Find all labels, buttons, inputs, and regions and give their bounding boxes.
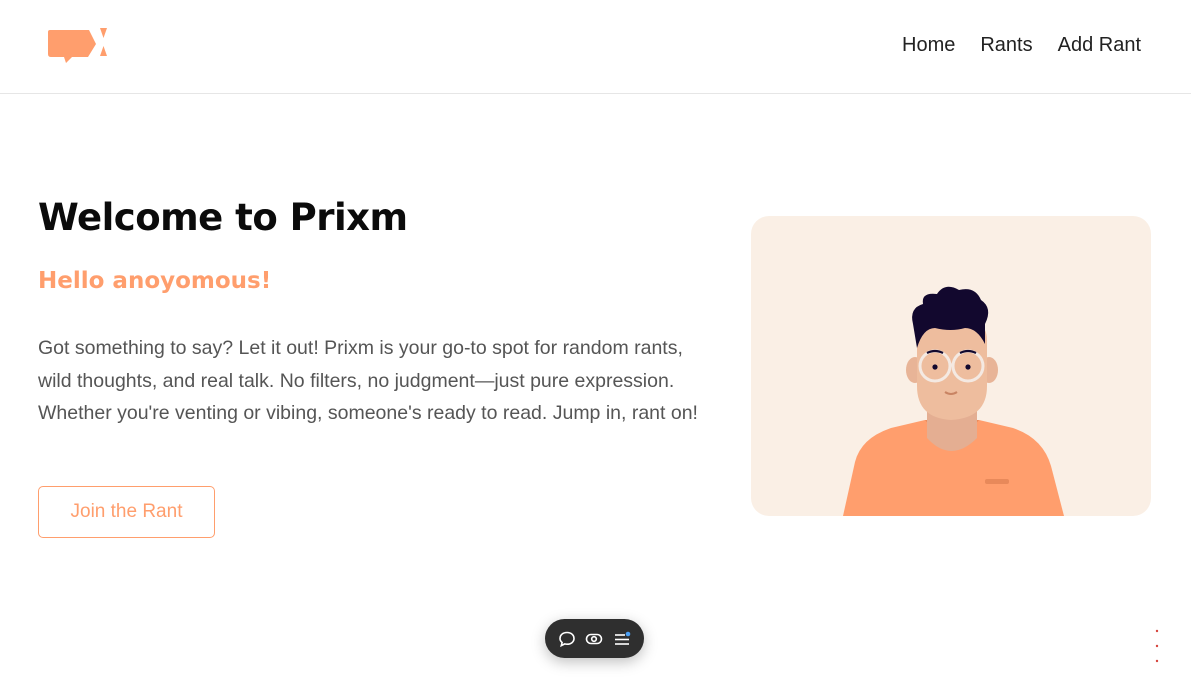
menu-icon[interactable] bbox=[611, 628, 633, 650]
drag-handle-icon[interactable] bbox=[1153, 628, 1161, 664]
hero-subtitle: Hello anoyomous! bbox=[38, 268, 272, 294]
floating-toolbar bbox=[545, 619, 644, 658]
eye-toggle-icon[interactable] bbox=[583, 628, 605, 650]
nav-links: Home Rants Add Rant bbox=[902, 34, 1141, 57]
nav-link-rants[interactable]: Rants bbox=[980, 34, 1032, 57]
page-title: Welcome to Prixm bbox=[38, 196, 408, 239]
comment-icon[interactable] bbox=[556, 628, 578, 650]
join-rant-button[interactable]: Join the Rant bbox=[38, 486, 215, 538]
navbar: Home Rants Add Rant bbox=[0, 0, 1191, 94]
nav-link-home[interactable]: Home bbox=[902, 34, 955, 57]
page: Home Rants Add Rant Welcome to Prixm Hel… bbox=[0, 0, 1191, 696]
hero-illustration bbox=[751, 216, 1151, 516]
speech-bubble-logo-icon[interactable] bbox=[47, 26, 109, 64]
nav-link-add-rant[interactable]: Add Rant bbox=[1058, 34, 1141, 57]
hero-description: Got something to say? Let it out! Prixm … bbox=[38, 337, 698, 424]
